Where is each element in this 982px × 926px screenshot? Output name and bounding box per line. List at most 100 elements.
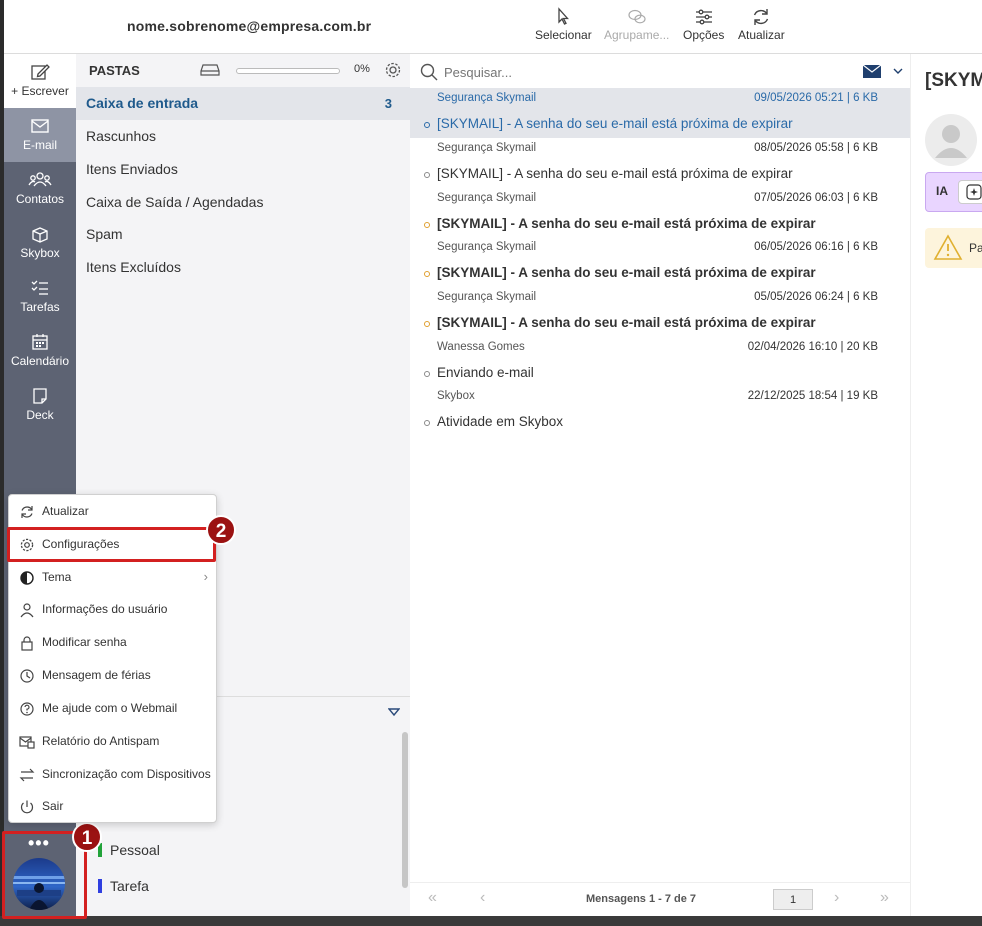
nav-item-email-label: E-mail: [22, 138, 57, 152]
message-row[interactable]: Segurança Skymail 08/05/2026 05:58 | 6 K…: [410, 138, 910, 188]
message-meta: 22/12/2025 18:54 | 19 KB: [747, 390, 878, 402]
tag-task[interactable]: Tarefa: [98, 878, 149, 894]
next-page-icon[interactable]: ›: [834, 889, 839, 907]
last-page-icon[interactable]: »: [880, 889, 889, 907]
compose-button[interactable]: + Escrever: [4, 54, 76, 108]
search-input[interactable]: [444, 62, 844, 82]
deck-icon: [33, 388, 47, 404]
message-status-dot: [424, 420, 430, 426]
nav-item-deck-label: Deck: [26, 408, 54, 422]
refresh-button[interactable]: Atualizar: [738, 6, 785, 42]
message-sender: Segurança Skymail: [437, 192, 537, 204]
quota-bar: [236, 68, 340, 74]
nav-item-tasks[interactable]: Tarefas: [4, 270, 76, 324]
tasks-icon: [31, 280, 48, 295]
nav-item-deck[interactable]: Deck: [4, 378, 76, 432]
ia-label: IA: [936, 184, 948, 198]
sender-avatar: [925, 114, 977, 166]
storage-icon: [200, 64, 220, 76]
folder-outbox[interactable]: Caixa de Saída / Agendadas: [76, 186, 410, 219]
quota-percent: 0%: [354, 63, 370, 75]
tag-personal[interactable]: Pessoal: [98, 842, 160, 858]
folder-sent[interactable]: Itens Enviados: [76, 153, 410, 186]
menu-item-vacation[interactable]: Mensagem de férias: [9, 659, 218, 692]
folder-settings-gear-icon[interactable]: [384, 61, 402, 79]
message-row[interactable]: Skybox 22/12/2025 18:54 | 19 KB Atividad…: [410, 386, 910, 436]
user-icon: [20, 603, 34, 618]
message-subject: [SKYMAIL] - A senha do seu e-mail está p…: [437, 265, 816, 280]
page-number-input[interactable]: 1: [773, 889, 813, 910]
options-button[interactable]: Opções: [683, 6, 724, 42]
nav-item-contacts[interactable]: Contatos: [4, 162, 76, 216]
message-meta: 05/05/2026 06:24 | 6 KB: [754, 291, 878, 303]
chat-bubbles-icon: [628, 9, 646, 24]
folders-title: PASTAS: [89, 63, 140, 78]
folders-header: PASTAS 0%: [76, 54, 410, 87]
nav-item-email[interactable]: E-mail: [4, 108, 76, 162]
menu-item-antispam[interactable]: Relatório do Antispam: [9, 725, 218, 758]
message-status-dot: [424, 222, 430, 228]
chevron-down-icon[interactable]: [893, 67, 903, 75]
user-email: nome.sobrenome@empresa.com.br: [127, 18, 372, 34]
search-icon: [420, 63, 438, 81]
first-page-icon[interactable]: «: [428, 889, 437, 907]
nav-item-skybox[interactable]: Skybox: [4, 216, 76, 270]
highlight-box-settings: [7, 527, 216, 562]
message-list-panel: Segurança Skymail 09/05/2026 05:21 | 6 K…: [410, 54, 910, 916]
nav-item-calendar-label: Calendário: [10, 354, 70, 368]
folder-inbox-label: Caixa de entrada: [86, 95, 199, 111]
menu-item-help[interactable]: Me ajude com o Webmail: [9, 692, 218, 725]
message-meta: 08/05/2026 05:58 | 6 KB: [754, 142, 878, 154]
folder-inbox-count: 3: [384, 96, 392, 111]
prev-page-icon[interactable]: ‹: [480, 889, 485, 907]
message-sender: Segurança Skymail: [437, 142, 537, 154]
message-subject: [SKYMAIL] - A senha do seu e-mail está p…: [437, 166, 793, 181]
message-status-dot: [424, 321, 430, 327]
menu-item-theme[interactable]: Tema ›: [9, 561, 218, 594]
tags-scrollbar[interactable]: [402, 732, 408, 888]
contacts-icon: [28, 172, 52, 187]
nav-item-calendar[interactable]: Calendário: [4, 324, 76, 378]
message-subject: Atividade em Skybox: [437, 414, 564, 429]
menu-item-change-password[interactable]: Modificar senha: [9, 626, 218, 659]
message-sender: Segurança Skymail: [437, 291, 537, 303]
select-button-label: Selecionar: [535, 28, 592, 42]
message-row[interactable]: Segurança Skymail 06/05/2026 06:16 | 6 K…: [410, 237, 910, 287]
nav-item-contacts-label: Contatos: [15, 192, 65, 206]
tags-collapse-icon[interactable]: [388, 707, 400, 717]
message-status-dot: [424, 371, 430, 377]
power-icon: [20, 800, 34, 814]
ia-sparkle-button[interactable]: [958, 180, 982, 204]
compose-icon: [31, 64, 50, 80]
folder-inbox[interactable]: Caixa de entrada 3: [76, 87, 410, 120]
refresh-icon: [21, 506, 33, 518]
folder-spam[interactable]: Spam: [76, 218, 410, 251]
message-meta: 07/05/2026 06:03 | 6 KB: [754, 192, 878, 204]
warning-icon: [933, 234, 963, 260]
mail-filter-icon[interactable]: [863, 65, 881, 78]
message-subject: [SKYMAIL] - A senha do seu e-mail está p…: [437, 315, 816, 330]
message-subject: [SKYMAIL] - A senha do seu e-mail está p…: [437, 216, 816, 231]
menu-item-logout[interactable]: Sair: [9, 790, 218, 823]
clock-icon: [20, 669, 34, 683]
message-subject: Enviando e-mail: [437, 365, 534, 380]
select-button[interactable]: Selecionar: [535, 6, 592, 42]
folder-drafts[interactable]: Rascunhos: [76, 120, 410, 153]
group-button[interactable]: Agrupame...: [604, 6, 669, 42]
folder-trash-label: Itens Excluídos: [86, 259, 181, 275]
menu-item-refresh[interactable]: Atualizar: [9, 495, 218, 528]
menu-item-device-sync[interactable]: Sincronização com Dispositivos: [9, 758, 218, 791]
nav-item-skybox-label: Skybox: [20, 246, 60, 260]
message-status-dot: [424, 271, 430, 277]
message-row[interactable]: Wanessa Gomes 02/04/2026 16:10 | 20 KB E…: [410, 337, 910, 387]
message-row[interactable]: Segurança Skymail 05/05/2026 06:24 | 6 K…: [410, 287, 910, 337]
message-row[interactable]: Segurança Skymail 07/05/2026 06:03 | 6 K…: [410, 188, 910, 238]
folder-sent-label: Itens Enviados: [86, 161, 178, 177]
message-row[interactable]: Segurança Skymail 09/05/2026 05:21 | 6 K…: [410, 88, 910, 138]
menu-item-user-info[interactable]: Informações do usuário: [9, 593, 218, 626]
folder-trash[interactable]: Itens Excluídos: [76, 251, 410, 284]
message-sender: Segurança Skymail: [437, 241, 537, 253]
tag-task-label: Tarefa: [110, 878, 149, 894]
message-subject: [SKYMAIL] - A senha do seu e-mail está p…: [437, 116, 793, 131]
menu-item-label: Tema: [42, 570, 72, 584]
